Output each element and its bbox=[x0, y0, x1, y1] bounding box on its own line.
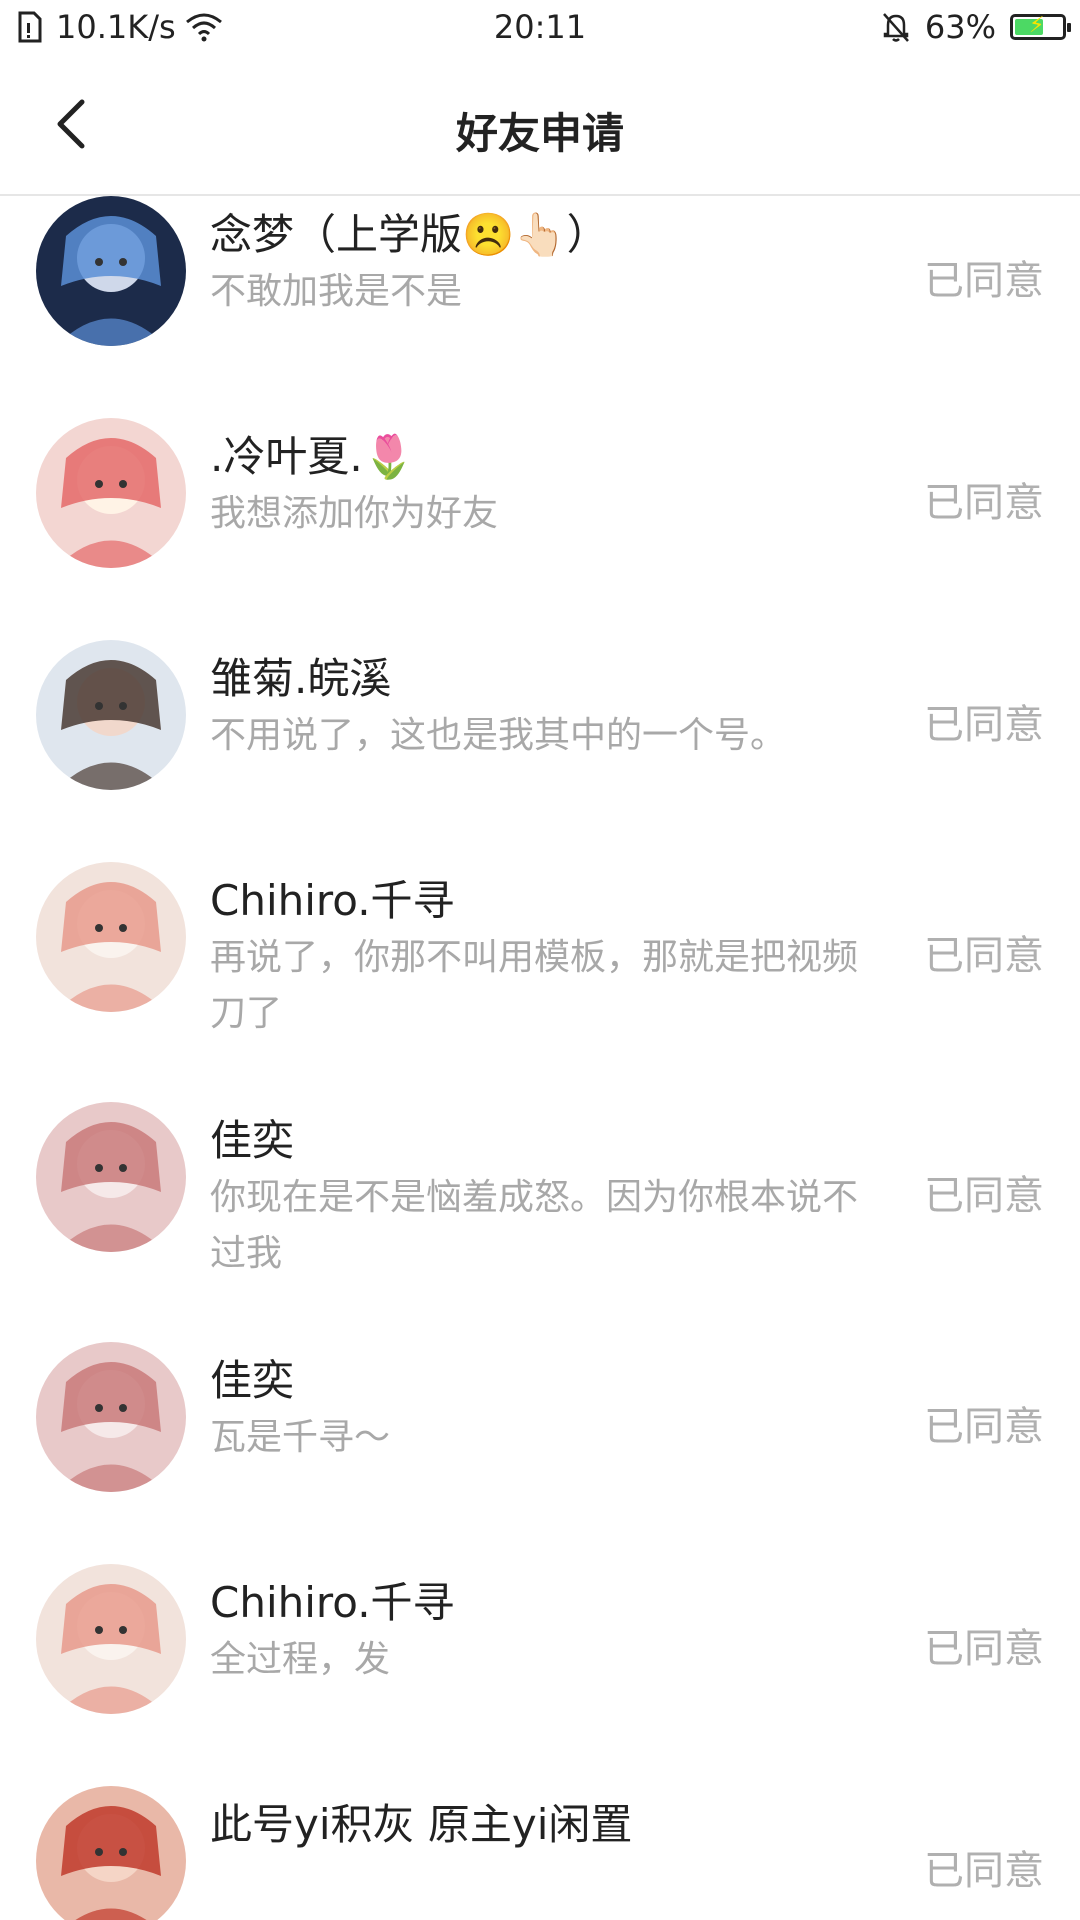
status-accepted-label: 已同意 bbox=[924, 1626, 1044, 1672]
requester-name: 佳奕 bbox=[210, 1116, 295, 1165]
friend-request-item[interactable]: 佳奕瓦是千寻～ 已同意 bbox=[0, 1312, 1080, 1534]
friend-request-item[interactable]: 雏菊.皖溪 不用说了，这也是我其中的一个号。 已同意 bbox=[0, 610, 1080, 832]
request-text: 佳奕你现在是不是恼羞成怒。因为你根本说不过我 bbox=[210, 1102, 880, 1282]
friend-request-item[interactable]: Chihiro.千寻 再说了，你那不叫用模板，那就是把视频刀了 已同意 bbox=[0, 832, 1080, 1072]
request-message: 你现在是不是恼羞成怒。因为你根本说不过我 bbox=[210, 1177, 859, 1274]
requester-name: 此号yi积灰 原主yi闲置 bbox=[210, 1800, 633, 1849]
status-accepted-label: 已同意 bbox=[924, 1404, 1044, 1450]
avatar-image bbox=[36, 1102, 186, 1252]
friend-request-item[interactable]: 念梦（上学版☹️👆🏻） 不敢加我是不是 已同意 bbox=[0, 196, 1080, 388]
status-accepted-label: 已同意 bbox=[924, 702, 1044, 748]
friend-request-item[interactable]: 佳奕 你现在是不是恼羞成怒。因为你根本说不过我 已同意 bbox=[0, 1072, 1080, 1312]
page-title: 好友申请 bbox=[455, 109, 624, 158]
avatar[interactable] bbox=[36, 196, 186, 346]
requester-name: .冷叶夏.🌷 bbox=[210, 432, 415, 481]
avatar-image bbox=[36, 1342, 186, 1492]
request-message: 我想添加你为好友 bbox=[210, 493, 499, 534]
status-accepted-label: 已同意 bbox=[924, 480, 1044, 526]
request-message: 瓦是千寻～ bbox=[210, 1417, 391, 1458]
avatar-image bbox=[36, 418, 186, 568]
requester-name: 念梦（上学版☹️👆🏻） bbox=[210, 210, 609, 259]
avatar-image bbox=[36, 862, 186, 1012]
requester-name: Chihiro.千寻 bbox=[210, 1578, 455, 1627]
friend-request-item[interactable]: 此号yi积灰 原主yi闲置已同意 bbox=[0, 1756, 1080, 1920]
status-bar-right: 63% ⚡ bbox=[879, 8, 1071, 46]
request-text: 念梦（上学版☹️👆🏻） 不敢加我是不是 bbox=[210, 196, 880, 320]
status-bar: 10.1K/s 20:11 63% ⚡ bbox=[0, 0, 1080, 56]
status-accepted-label: 已同意 bbox=[924, 1848, 1044, 1894]
requester-name: 佳奕 bbox=[210, 1356, 295, 1405]
request-message: 不用说了，这也是我其中的一个号。 bbox=[210, 715, 787, 756]
charging-bolt-icon: ⚡ bbox=[1029, 13, 1045, 38]
avatar-image bbox=[36, 640, 186, 790]
friend-request-item[interactable]: .冷叶夏.🌷 我想添加你为好友 已同意 bbox=[0, 388, 1080, 610]
friend-request-item[interactable]: Chihiro.千寻 全过程，发 已同意 bbox=[0, 1534, 1080, 1756]
avatar[interactable] bbox=[36, 640, 186, 790]
friend-request-list-inner: 念梦（上学版☹️👆🏻） 不敢加我是不是 已同意 .冷叶夏.🌷 我想添加你为好友 已同意雏… bbox=[0, 196, 1080, 1920]
avatar[interactable] bbox=[36, 418, 186, 568]
avatar-image bbox=[36, 1786, 186, 1920]
requester-name: 雏菊.皖溪 bbox=[210, 654, 392, 703]
request-text: 雏菊.皖溪不用说了，这也是我其中的一个号。 bbox=[210, 640, 880, 764]
battery-icon: ⚡ bbox=[1010, 13, 1071, 40]
status-accepted-label: 已同意 bbox=[924, 1173, 1044, 1219]
avatar[interactable] bbox=[36, 1102, 186, 1252]
muted-bell-icon bbox=[882, 13, 909, 42]
requester-name: Chihiro.千寻 bbox=[210, 876, 455, 925]
avatar[interactable] bbox=[36, 862, 186, 1012]
request-text: Chihiro.千寻全过程，发 bbox=[210, 1564, 880, 1688]
nav-bar: 好友申请 bbox=[0, 56, 1080, 196]
friend-request-list[interactable]: 念梦（上学版☹️👆🏻） 不敢加我是不是 已同意 .冷叶夏.🌷 我想添加你为好友 已同意雏… bbox=[0, 196, 1080, 1920]
battery-percent: 63% bbox=[924, 8, 996, 46]
status-accepted-label: 已同意 bbox=[924, 933, 1044, 979]
avatar[interactable] bbox=[36, 1564, 186, 1714]
request-text: 此号yi积灰 原主yi闲置 bbox=[210, 1786, 880, 1854]
avatar[interactable] bbox=[36, 1786, 186, 1920]
request-text: 佳奕瓦是千寻～ bbox=[210, 1342, 880, 1466]
request-message: 不敢加我是不是 bbox=[210, 271, 463, 312]
avatar[interactable] bbox=[36, 1342, 186, 1492]
request-text: Chihiro.千寻再说了，你那不叫用模板，那就是把视频刀了 bbox=[210, 862, 880, 1042]
request-text: .冷叶夏.🌷 我想添加你为好友 bbox=[210, 418, 880, 542]
request-message: 全过程，发 bbox=[210, 1639, 391, 1680]
avatar-image bbox=[36, 1564, 186, 1714]
avatar-image bbox=[36, 196, 186, 346]
status-accepted-label: 已同意 bbox=[924, 258, 1044, 304]
request-message: 再说了，你那不叫用模板，那就是把视频刀了 bbox=[210, 937, 859, 1034]
